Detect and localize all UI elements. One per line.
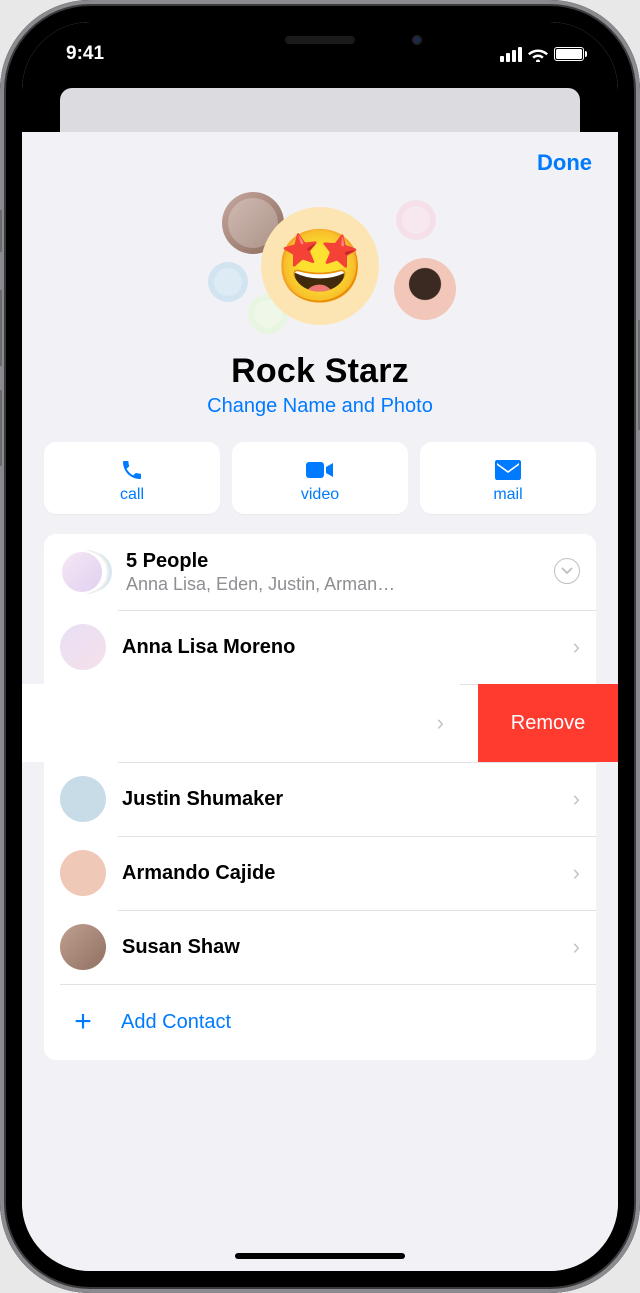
group-avatar-cluster[interactable]: 🤩 [170,186,470,346]
avatar-icon [60,776,106,822]
member-row[interactable]: Justin Shumaker › [44,762,596,836]
home-indicator[interactable] [235,1253,405,1259]
chevron-right-icon: › [573,934,580,960]
mail-button[interactable]: mail [420,442,596,514]
member-row[interactable]: Susan Shaw › [44,910,596,984]
people-summary-row[interactable]: 5 People Anna Lisa, Eden, Justin, Arman… [44,534,596,610]
change-name-photo-link[interactable]: Change Name and Photo [42,395,598,418]
chevron-right-icon: › [573,634,580,660]
collapse-icon[interactable] [554,558,580,584]
member-name: Justin Shumaker [122,788,573,811]
member-name: Armando Cajide [122,862,573,885]
chevron-right-icon: › [573,860,580,886]
video-button[interactable]: video [232,442,408,514]
background-sheet [60,88,580,132]
member-name: Susan Shaw [122,936,573,959]
avatar-stack-icon [60,550,116,596]
member-name: den Sears [22,712,437,735]
mail-icon [424,456,592,484]
avatar-icon [60,850,106,896]
group-details-sheet: Done 🤩 Rock Starz Change Name and Photo [22,132,618,1271]
video-label: video [236,486,404,504]
people-names: Anna Lisa, Eden, Justin, Arman… [126,574,554,595]
plus-icon: + [63,1002,103,1042]
avatar-icon [60,624,106,670]
member-row[interactable]: Anna Lisa Moreno › [44,610,596,684]
mail-label: mail [424,486,592,504]
people-count: 5 People [126,550,554,573]
phone-icon [48,456,216,484]
status-time: 9:41 [66,43,104,65]
wifi-icon [528,46,548,62]
add-contact-label: Add Contact [121,1011,231,1034]
group-name: Rock Starz [42,352,598,391]
remove-button[interactable]: Remove [478,684,618,762]
video-icon [236,456,404,484]
group-photo-icon: 🤩 [261,207,379,325]
call-label: call [48,486,216,504]
battery-icon [554,47,584,61]
member-row[interactable]: Armando Cajide › [44,836,596,910]
call-button[interactable]: call [44,442,220,514]
chevron-right-icon: › [437,710,444,736]
member-name: Anna Lisa Moreno [122,636,573,659]
chevron-right-icon: › [573,786,580,812]
add-contact-row[interactable]: + Add Contact [44,984,596,1060]
cellular-icon [500,47,522,62]
avatar-icon [60,924,106,970]
member-row-swiped[interactable]: den Sears › Remove [44,684,596,762]
done-button[interactable]: Done [537,150,592,176]
members-list: 5 People Anna Lisa, Eden, Justin, Arman…… [44,534,596,1060]
